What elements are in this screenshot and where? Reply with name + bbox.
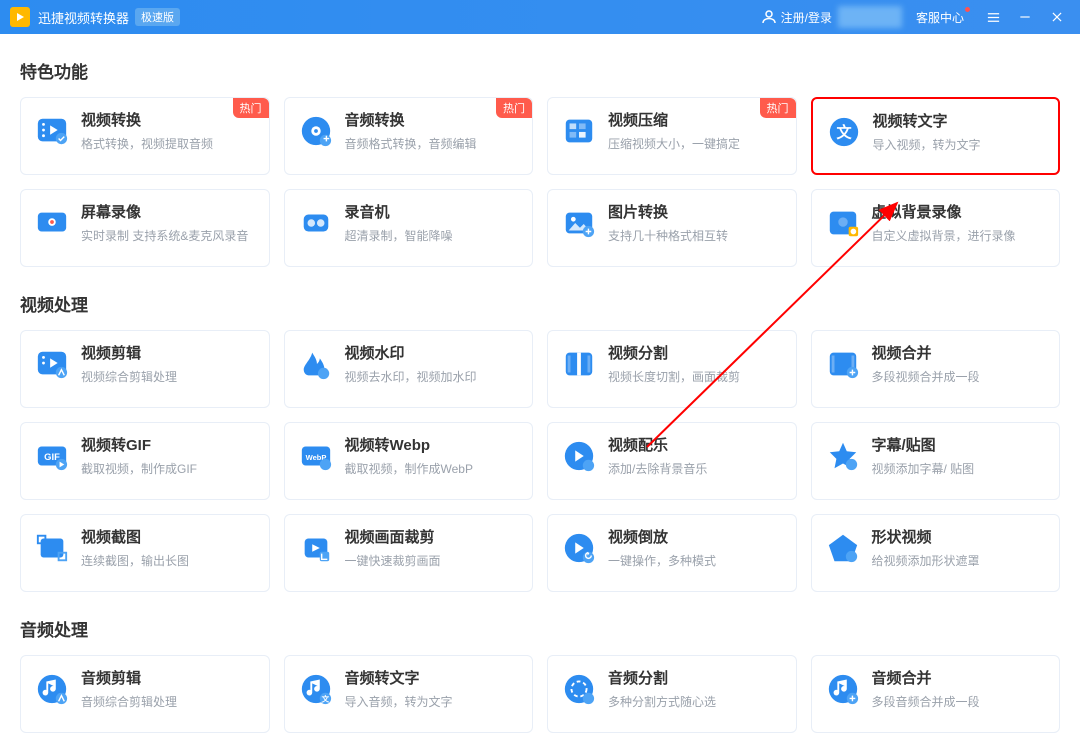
feature-card[interactable]: 视频剪辑视频综合剪辑处理 (20, 330, 270, 408)
feature-card[interactable]: 文 音频转文字导入音频，转为文字 (284, 655, 534, 733)
section-title-featured: 特色功能 (20, 58, 1060, 83)
feature-card[interactable]: 形状视频给视频添加形状遮罩 (811, 514, 1061, 592)
audio-to-text-icon: 文 (299, 672, 333, 706)
card-desc: 实时录制 支持系统&麦克风录音 (81, 228, 257, 245)
card-title: 视频转换 (81, 112, 257, 130)
feature-card[interactable]: 录音机超清录制，智能降噪 (284, 189, 534, 267)
feature-card[interactable]: 音频分割多种分割方式随心选 (547, 655, 797, 733)
video-music-icon (562, 439, 596, 473)
card-desc: 连续截图，输出长图 (81, 553, 257, 570)
audio-convert-icon (299, 114, 333, 148)
card-desc: 给视频添加形状遮罩 (872, 553, 1048, 570)
card-desc: 一键快速裁剪画面 (345, 553, 521, 570)
app-logo-icon (10, 7, 30, 27)
video-to-text-icon: 文 (827, 115, 861, 149)
hot-badge: 热门 (496, 98, 532, 118)
card-title: 视频画面裁剪 (345, 529, 521, 547)
feature-card[interactable]: 视频画面裁剪一键快速裁剪画面 (284, 514, 534, 592)
feature-card[interactable]: 视频截图连续截图，输出长图 (20, 514, 270, 592)
card-title: 音频合并 (872, 670, 1048, 688)
card-desc: 多种分割方式随心选 (608, 694, 784, 711)
user-avatar[interactable] (838, 6, 902, 28)
audio-merge-icon (826, 672, 860, 706)
card-desc: 导入音频，转为文字 (345, 694, 521, 711)
feature-card[interactable]: 视频压缩压缩视频大小，一键搞定 热门 (547, 97, 797, 175)
card-title: 视频转GIF (81, 437, 257, 455)
image-convert-icon (562, 206, 596, 240)
card-title: 屏幕录像 (81, 204, 257, 222)
video-gif-icon: GIF (35, 439, 69, 473)
video-edit-icon (35, 347, 69, 381)
svg-text:文: 文 (836, 124, 852, 142)
feature-card[interactable]: 音频剪辑音频综合剪辑处理 (20, 655, 270, 733)
card-title: 音频转换 (345, 112, 521, 130)
notification-dot-icon (965, 7, 970, 12)
card-title: 音频分割 (608, 670, 784, 688)
card-desc: 截取视频，制作成GIF (81, 461, 257, 478)
watermark-icon (299, 347, 333, 381)
feature-card[interactable]: GIF 视频转GIF 截取视频，制作成GIF (20, 422, 270, 500)
video-webp-icon: WebP (299, 439, 333, 473)
app-title: 迅捷视频转换器 (38, 8, 129, 27)
support-link[interactable]: 客服中心 (916, 9, 964, 26)
audio-card-grid: 音频剪辑音频综合剪辑处理 文 音频转文字导入音频，转为文字 音频分割多种分割方式随心选… (20, 655, 1060, 733)
card-title: 音频剪辑 (81, 670, 257, 688)
minimize-button[interactable] (1012, 4, 1038, 30)
card-title: 形状视频 (872, 529, 1048, 547)
card-desc: 添加/去除背景音乐 (608, 461, 784, 478)
feature-card[interactable]: 视频倒放一键操作，多种模式 (547, 514, 797, 592)
recorder-icon (299, 206, 333, 240)
feature-card[interactable]: 文 视频转文字导入视频，转为文字 (811, 97, 1061, 175)
close-button[interactable] (1044, 4, 1070, 30)
login-button[interactable]: 注册/登录 (760, 8, 832, 26)
card-title: 视频剪辑 (81, 345, 257, 363)
card-desc: 导入视频，转为文字 (873, 137, 1047, 154)
feature-card[interactable]: 音频合并多段音频合并成一段 (811, 655, 1061, 733)
card-desc: 音频格式转换，音频编辑 (345, 136, 521, 153)
card-desc: 视频去水印，视频加水印 (345, 369, 521, 386)
card-desc: 超清录制，智能降噪 (345, 228, 521, 245)
card-desc: 多段音频合并成一段 (872, 694, 1048, 711)
card-title: 音频转文字 (345, 670, 521, 688)
card-title: 视频截图 (81, 529, 257, 547)
audio-edit-icon (35, 672, 69, 706)
shape-icon (826, 531, 860, 565)
card-desc: 视频综合剪辑处理 (81, 369, 257, 386)
card-title: 视频转文字 (873, 113, 1047, 131)
audio-split-icon (562, 672, 596, 706)
reverse-icon (562, 531, 596, 565)
card-title: 视频转Webp (345, 437, 521, 455)
svg-text:文: 文 (321, 693, 329, 703)
feature-card[interactable]: 音频转换音频格式转换，音频编辑 热门 (284, 97, 534, 175)
login-label: 注册/登录 (781, 9, 832, 26)
card-title: 视频水印 (345, 345, 521, 363)
crop-icon (299, 531, 333, 565)
highlight-arrow-icon (637, 197, 937, 457)
hot-badge: 热门 (233, 98, 269, 118)
card-title: 录音机 (345, 204, 521, 222)
hot-badge: 热门 (760, 98, 796, 118)
screen-record-icon (35, 206, 69, 240)
card-desc: 格式转换，视频提取音频 (81, 136, 257, 153)
feature-card[interactable]: WebP 视频转Webp 截取视频，制作成WebP (284, 422, 534, 500)
section-title-audio: 音频处理 (20, 616, 1060, 641)
card-title: 视频倒放 (608, 529, 784, 547)
feature-card[interactable]: 视频转换格式转换，视频提取音频 热门 (20, 97, 270, 175)
card-desc: 截取视频，制作成WebP (345, 461, 521, 478)
edition-badge: 极速版 (135, 8, 180, 26)
feature-card[interactable]: 屏幕录像实时录制 支持系统&麦克风录音 (20, 189, 270, 267)
video-compress-icon (562, 114, 596, 148)
titlebar: 迅捷视频转换器 极速版 注册/登录 客服中心 (0, 0, 1080, 34)
card-desc: 一键操作，多种模式 (608, 553, 784, 570)
feature-card[interactable]: 视频水印视频去水印，视频加水印 (284, 330, 534, 408)
menu-button[interactable] (980, 4, 1006, 30)
card-desc: 音频综合剪辑处理 (81, 694, 257, 711)
video-split-icon (562, 347, 596, 381)
screenshot-icon (35, 531, 69, 565)
card-desc: 压缩视频大小，一键搞定 (608, 136, 784, 153)
card-title: 视频压缩 (608, 112, 784, 130)
card-desc: 视频添加字幕/ 贴图 (872, 461, 1048, 478)
video-convert-icon (35, 114, 69, 148)
